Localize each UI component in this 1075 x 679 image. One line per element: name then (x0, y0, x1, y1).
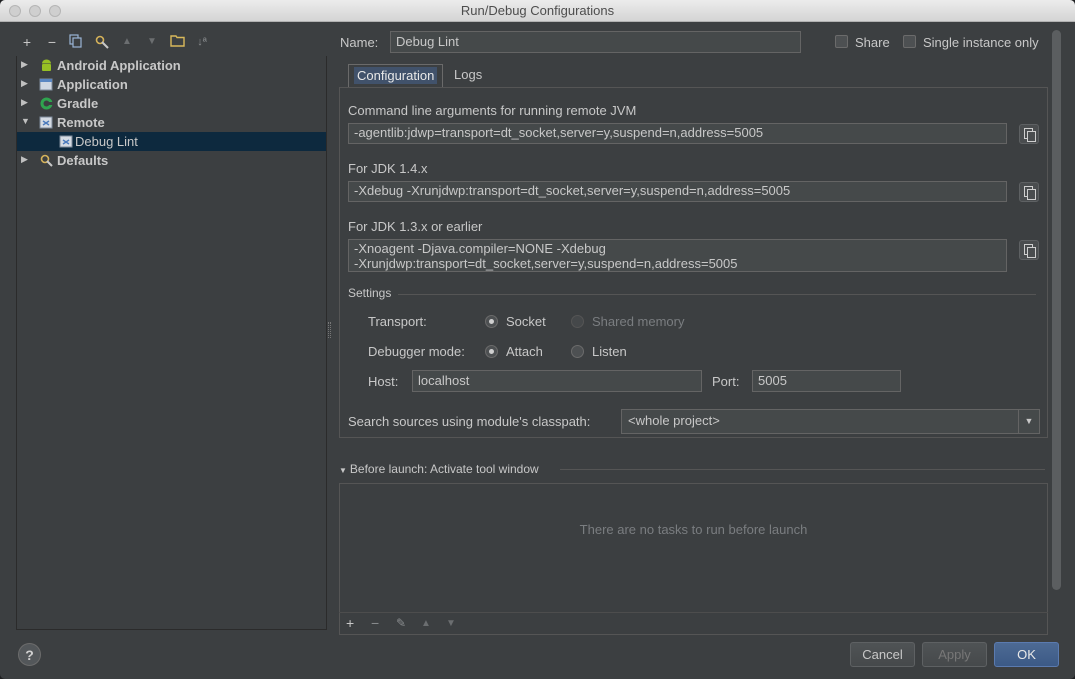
sort-icon: ↓ª (197, 36, 207, 48)
title-bar: Run/Debug Configurations (0, 0, 1075, 22)
defaults-icon (39, 153, 54, 168)
move-task-up-icon: ▲ (421, 618, 431, 629)
application-icon (39, 77, 54, 92)
before-launch-toggle[interactable]: ▼ Before launch: Activate tool window (339, 462, 539, 476)
single-instance-checkbox[interactable] (903, 35, 916, 48)
single-instance-label: Single instance only (923, 35, 1039, 50)
transport-socket-label: Socket (506, 314, 546, 329)
edit-task-icon: ✎ (396, 616, 407, 630)
gradle-icon (39, 96, 54, 111)
transport-shared-memory-radio (571, 315, 584, 328)
transport-label: Transport: (368, 314, 427, 329)
port-label: Port: (712, 374, 740, 389)
share-checkbox[interactable] (835, 35, 848, 48)
folder-icon[interactable] (169, 34, 185, 50)
run-debug-configurations-dialog: Run/Debug Configurations + − ▲ ▼ ↓ª ▶ An… (0, 0, 1075, 679)
tree-item-debug-lint[interactable]: Debug Lint (17, 132, 326, 151)
tree-item-remote[interactable]: ▼ Remote (17, 113, 326, 132)
host-label: Host: (368, 374, 399, 389)
copy-jdk14-button[interactable] (1019, 182, 1039, 202)
apply-button: Apply (922, 642, 987, 667)
help-button[interactable]: ? (18, 643, 41, 666)
splitter-handle[interactable] (328, 322, 331, 338)
configuration-tree: ▶ Android Application ▶ Application ▶ Gr… (16, 56, 327, 630)
chevron-down-icon[interactable]: ▼ (1018, 410, 1039, 433)
jdk14-label: For JDK 1.4.x (348, 161, 428, 176)
tab-logs[interactable]: Logs (449, 64, 487, 87)
before-launch-divider (560, 469, 1045, 470)
tree-item-application[interactable]: ▶ Application (17, 75, 326, 94)
add-task-icon[interactable]: + (346, 615, 354, 631)
cancel-button[interactable]: Cancel (850, 642, 915, 667)
mode-attach-radio[interactable] (485, 345, 498, 358)
mode-attach-label: Attach (506, 344, 543, 359)
classpath-label: Search sources using module's classpath: (348, 414, 591, 429)
tree-item-gradle[interactable]: ▶ Gradle (17, 94, 326, 113)
edit-defaults-icon[interactable] (94, 34, 110, 50)
tree-item-defaults[interactable]: ▶ Defaults (17, 151, 326, 170)
transport-socket-radio[interactable] (485, 315, 498, 328)
copy-icon[interactable] (68, 34, 84, 50)
add-icon[interactable]: + (19, 34, 35, 50)
cmd-args-label: Command line arguments for running remot… (348, 103, 637, 118)
jdk13-label: For JDK 1.3.x or earlier (348, 219, 483, 234)
copy-jdk13-button[interactable] (1019, 240, 1039, 260)
host-input[interactable]: localhost (412, 370, 702, 392)
remote-config-icon (59, 134, 74, 149)
settings-divider (398, 294, 1036, 295)
remove-icon[interactable]: − (44, 34, 60, 50)
tree-item-android-application[interactable]: ▶ Android Application (17, 56, 326, 75)
mode-listen-radio[interactable] (571, 345, 584, 358)
move-task-down-icon: ▼ (446, 618, 456, 629)
expand-arrow-icon[interactable]: ▶ (21, 59, 28, 70)
collapse-arrow-icon: ▼ (339, 466, 347, 475)
mode-listen-label: Listen (592, 344, 627, 359)
cmd-args-field[interactable]: -agentlib:jdwp=transport=dt_socket,serve… (348, 123, 1007, 144)
collapse-arrow-icon[interactable]: ▼ (21, 116, 30, 126)
expand-arrow-icon[interactable]: ▶ (21, 97, 28, 108)
settings-label: Settings (348, 286, 392, 300)
jdk13-field[interactable]: -Xnoagent -Djava.compiler=NONE -Xdebug -… (348, 239, 1007, 272)
name-input[interactable]: Debug Lint (390, 31, 801, 53)
window-title: Run/Debug Configurations (460, 3, 615, 18)
expand-arrow-icon[interactable]: ▶ (21, 154, 28, 165)
expand-arrow-icon[interactable]: ▶ (21, 78, 28, 89)
move-down-icon: ▼ (147, 36, 157, 47)
jdk14-field[interactable]: -Xdebug -Xrunjdwp:transport=dt_socket,se… (348, 181, 1007, 202)
transport-shared-memory-label: Shared memory (592, 314, 685, 329)
android-icon (39, 58, 54, 73)
tab-configuration[interactable]: Configuration (348, 64, 444, 87)
remote-icon (39, 115, 54, 130)
remove-task-icon: − (371, 615, 380, 631)
name-label: Name: (340, 35, 379, 50)
copy-cmd-args-button[interactable] (1019, 124, 1039, 144)
share-label: Share (855, 35, 890, 50)
port-input[interactable]: 5005 (752, 370, 901, 392)
scrollbar[interactable] (1052, 30, 1061, 590)
debugger-mode-label: Debugger mode: (368, 344, 465, 359)
ok-button[interactable]: OK (994, 642, 1059, 667)
empty-tasks-text: There are no tasks to run before launch (579, 522, 808, 537)
move-up-icon: ▲ (122, 36, 132, 47)
classpath-combo[interactable]: <whole project> ▼ (621, 409, 1040, 434)
